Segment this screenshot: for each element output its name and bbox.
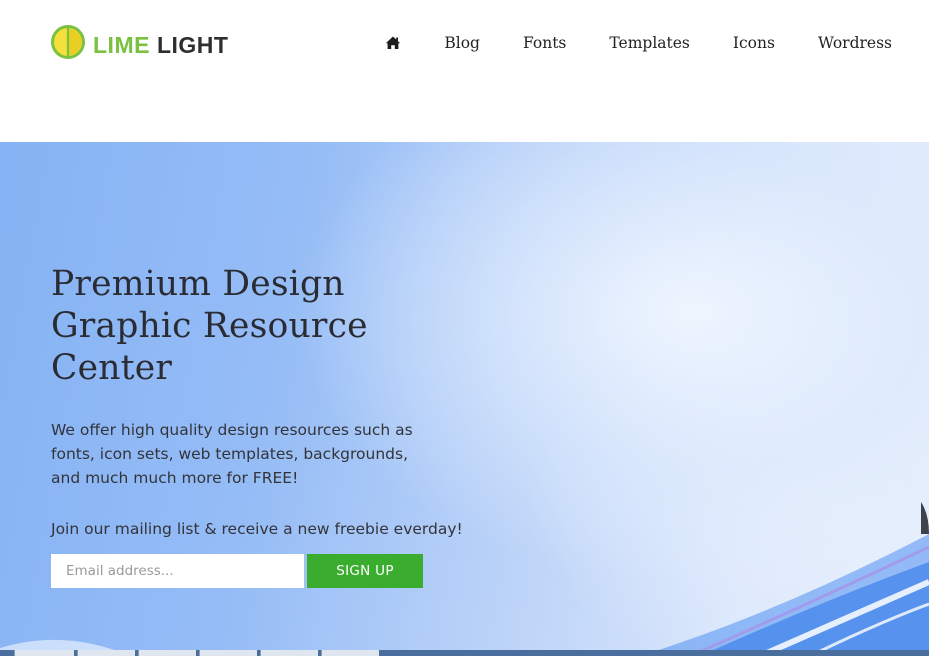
nav-item-icons[interactable]: Icons xyxy=(733,34,775,52)
brand-logo[interactable]: LIME LIGHT xyxy=(51,25,228,59)
site-header: LIME LIGHT Blog Fonts Templates Icons Wor… xyxy=(0,0,929,142)
hero-description: We offer high quality design resources s… xyxy=(51,421,413,487)
home-icon[interactable] xyxy=(385,35,401,51)
hero-title: Premium Design Graphic Resource Center xyxy=(51,264,368,388)
bottom-taskbar-strip xyxy=(0,650,929,656)
hero-section: Premium Design Graphic Resource Center W… xyxy=(0,142,929,656)
taskbar-cell xyxy=(138,650,196,656)
main-nav: Blog Fonts Templates Icons Wordress xyxy=(385,34,892,52)
signup-button[interactable]: SIGN UP xyxy=(307,554,423,588)
lime-logo-icon xyxy=(51,25,85,59)
taskbar-cell xyxy=(260,650,318,656)
mailing-list-prompt: Join our mailing list & receive a new fr… xyxy=(51,520,463,538)
email-input[interactable] xyxy=(51,554,304,588)
taskbar-cell xyxy=(199,650,257,656)
nav-item-templates[interactable]: Templates xyxy=(609,34,689,52)
nav-item-fonts[interactable]: Fonts xyxy=(523,34,566,52)
nav-item-blog[interactable]: Blog xyxy=(444,34,480,52)
brand-word-light: LIGHT xyxy=(156,31,229,58)
taskbar-cell xyxy=(321,650,379,656)
taskbar-cell xyxy=(77,650,135,656)
signup-form: SIGN UP xyxy=(51,554,423,588)
nav-item-wordress[interactable]: Wordress xyxy=(818,34,892,52)
brand-name: LIME LIGHT xyxy=(93,32,228,59)
brand-word-lime: LIME xyxy=(93,31,150,58)
taskbar-cell xyxy=(14,650,74,656)
